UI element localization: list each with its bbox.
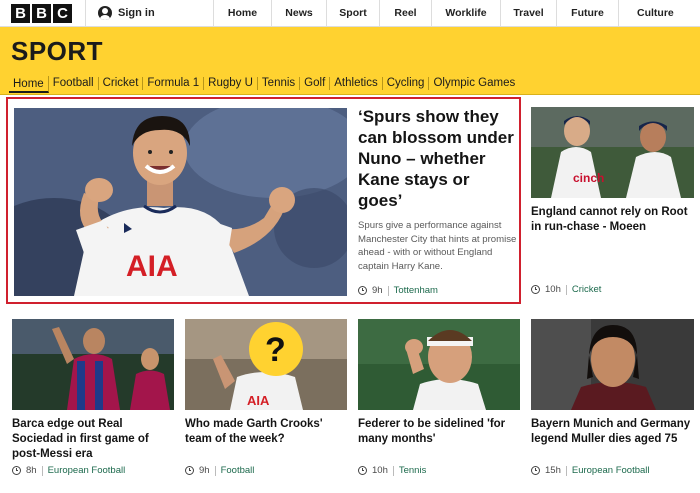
nav-link-future[interactable]: Future: [556, 0, 618, 26]
subnav-cricket[interactable]: Cricket: [99, 77, 144, 90]
hero-headline[interactable]: ‘Spurs show they can blossom under Nuno …: [358, 106, 518, 211]
story-card[interactable]: AIA ? Who made Garth Crooks' team of the…: [185, 319, 347, 489]
meta-divider: [387, 285, 389, 296]
sign-in-label: Sign in: [118, 7, 155, 19]
story-card[interactable]: Bayern Munich and Germany legend Muller …: [531, 319, 694, 489]
clock-icon: [358, 286, 367, 295]
story-card-tag[interactable]: European Football: [572, 465, 650, 476]
nav-link-home[interactable]: Home: [213, 0, 271, 26]
meta-divider: [41, 465, 43, 476]
clock-icon: [358, 466, 367, 475]
sport-banner: SPORT: [0, 27, 700, 73]
clock-icon: [531, 285, 540, 294]
story-card-time: 9h: [199, 465, 210, 476]
logo-letter: C: [53, 3, 72, 23]
story-card-meta: 8h European Football: [12, 465, 125, 476]
nav-link-travel[interactable]: Travel: [500, 0, 556, 26]
sport-subnav: Home Football Cricket Formula 1 Rugby U …: [0, 73, 700, 95]
team-of-week-photo: AIA ?: [185, 319, 347, 410]
footballer-photo: AIA: [14, 108, 347, 296]
meta-divider: [565, 284, 567, 295]
nav-link-worklife[interactable]: Worklife: [431, 0, 500, 26]
story-card-tag[interactable]: Football: [221, 465, 255, 476]
subnav-cycling[interactable]: Cycling: [383, 77, 430, 90]
subnav-home[interactable]: Home: [9, 76, 49, 93]
subnav-football[interactable]: Football: [49, 77, 99, 90]
story-card-time: 15h: [545, 465, 561, 476]
hero-story[interactable]: AIA ‘Spurs show they can blossom under N…: [6, 97, 521, 304]
barcelona-players-photo: [12, 319, 174, 410]
side-story-tag[interactable]: Cricket: [572, 284, 602, 295]
nav-link-news[interactable]: News: [271, 0, 326, 26]
story-card-meta: 10h Tennis: [358, 465, 426, 476]
hero-text: ‘Spurs show they can blossom under Nuno …: [358, 106, 518, 273]
subnav-olympic-games[interactable]: Olympic Games: [429, 77, 519, 90]
hero-time: 9h: [372, 285, 383, 296]
subnav-rugby-union[interactable]: Rugby U: [204, 77, 258, 90]
story-card-meta: 9h Football: [185, 465, 254, 476]
meta-divider: [565, 465, 567, 476]
subnav-tennis[interactable]: Tennis: [258, 77, 301, 90]
subnav-golf[interactable]: Golf: [300, 77, 331, 90]
tennis-player-photo: [358, 319, 520, 410]
nav-link-reel[interactable]: Reel: [379, 0, 431, 26]
story-card-image[interactable]: AIA ?: [185, 319, 347, 410]
side-story[interactable]: cinch England cannot rely on Root in run…: [531, 107, 694, 297]
side-story-time: 10h: [545, 284, 561, 295]
sign-in-button[interactable]: Sign in: [85, 0, 213, 26]
global-navigation: B B C Sign in Home News Sport Reel Workl…: [0, 0, 700, 27]
story-card-image[interactable]: [358, 319, 520, 410]
story-card-time: 8h: [26, 465, 37, 476]
clock-icon: [12, 466, 21, 475]
nav-link-culture[interactable]: Culture: [618, 0, 700, 26]
hero-meta: 9h Tottenham: [358, 285, 438, 296]
section-title[interactable]: SPORT: [11, 36, 103, 67]
story-card-image[interactable]: [531, 319, 694, 410]
top-nav: Home News Sport Reel Worklife Travel Fut…: [213, 0, 700, 26]
svg-text:cinch: cinch: [573, 171, 604, 185]
svg-text:AIA: AIA: [247, 393, 270, 408]
bbc-logo[interactable]: B B C: [0, 0, 85, 26]
story-card-tag[interactable]: Tennis: [399, 465, 426, 476]
subnav-athletics[interactable]: Athletics: [330, 77, 383, 90]
story-card-image[interactable]: [12, 319, 174, 410]
logo-letter: B: [11, 3, 30, 23]
question-mark-badge: ?: [265, 331, 286, 369]
story-card[interactable]: Federer to be sidelined 'for many months…: [358, 319, 520, 489]
subnav-formula-1[interactable]: Formula 1: [143, 77, 205, 90]
story-card-title[interactable]: Barca edge out Real Sociedad in first ga…: [12, 417, 174, 462]
side-story-image[interactable]: cinch: [531, 107, 694, 198]
logo-letter: B: [32, 3, 51, 23]
story-card-time: 10h: [372, 465, 388, 476]
shirt-sponsor-text: AIA: [126, 250, 178, 283]
story-card-meta: 15h European Football: [531, 465, 650, 476]
hero-summary: Spurs give a performance against Manches…: [358, 220, 517, 272]
cricketers-photo: cinch: [531, 107, 694, 198]
meta-divider: [392, 465, 394, 476]
side-story-title[interactable]: England cannot rely on Root in run-chase…: [531, 205, 694, 235]
story-card-title[interactable]: Bayern Munich and Germany legend Muller …: [531, 417, 694, 447]
story-card-title[interactable]: Federer to be sidelined 'for many months…: [358, 417, 520, 447]
gerd-muller-photo: [531, 319, 694, 410]
clock-icon: [531, 466, 540, 475]
story-card-tag[interactable]: European Football: [48, 465, 126, 476]
side-story-meta: 10h Cricket: [531, 284, 601, 295]
user-icon: [98, 6, 112, 20]
hero-image[interactable]: AIA: [14, 108, 347, 296]
clock-icon: [185, 466, 194, 475]
nav-link-sport[interactable]: Sport: [326, 0, 379, 26]
hero-tag[interactable]: Tottenham: [394, 285, 438, 296]
meta-divider: [214, 465, 216, 476]
story-card-title[interactable]: Who made Garth Crooks' team of the week?: [185, 417, 347, 447]
story-card[interactable]: Barca edge out Real Sociedad in first ga…: [12, 319, 174, 489]
